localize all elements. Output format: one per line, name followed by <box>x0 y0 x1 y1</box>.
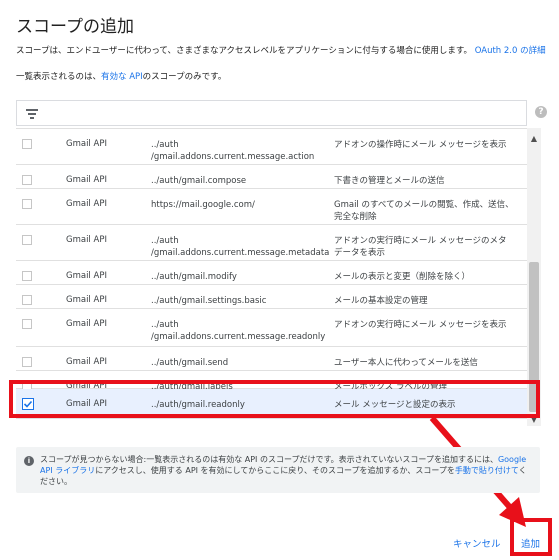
checkbox[interactable] <box>22 295 32 305</box>
table-row[interactable]: Gmail API ../auth /gmail.addons.current.m… <box>16 225 527 261</box>
checkbox[interactable] <box>22 139 32 149</box>
row-scope: ../auth /gmail.addons.current.message.me… <box>151 236 330 258</box>
table-row[interactable]: Gmail API ../auth/gmail.settings.basic メール… <box>16 285 527 309</box>
description-text: スコープは、エンドユーザーに代わって、さまざまなアクセスレベルをアプリケーション… <box>16 46 473 56</box>
row-api-name: Gmail API <box>66 139 107 149</box>
row-scope-description: Gmail のすべてのメールの閲覧、作成、送信、完全な削除 <box>334 200 514 222</box>
row-scope: ../auth/gmail.send <box>151 358 229 368</box>
info-text: スコープが見つからない場合:一覧表示されるのは有効な API のスコープだけです… <box>40 454 532 487</box>
row-scope-description: アドオンの操作時にメール メッセージを表示 <box>334 140 507 150</box>
help-icon[interactable]: ? <box>535 106 547 118</box>
dialog-title: スコープの追加 <box>16 17 134 37</box>
oauth-link[interactable]: OAuth 2.0 の詳細 <box>475 46 546 56</box>
table-row[interactable]: Gmail API https://mail.google.com/Gmail の… <box>16 189 527 225</box>
row-scope: ../auth/gmail.modify <box>151 272 237 282</box>
row-scope-description: メールの表示と変更（削除を除く） <box>334 272 471 282</box>
row-scope-description: 下書きの管理とメールの送信 <box>334 176 445 186</box>
row-api-name: Gmail API <box>66 319 107 329</box>
row-scope-description: ユーザー本人に代わってメールを送信 <box>334 358 478 368</box>
checkbox[interactable] <box>22 235 32 245</box>
enabled-api-link[interactable]: 有効な API <box>101 72 143 82</box>
row-scope: https://mail.google.com/ <box>151 200 255 210</box>
row-api-name: Gmail API <box>66 271 107 281</box>
table-row[interactable]: Gmail API ../auth/gmail.send ユーザー本人に代わってメー… <box>16 347 527 371</box>
add-button-highlight <box>510 518 552 556</box>
selected-row-highlight <box>9 380 540 418</box>
checkbox[interactable] <box>22 319 32 329</box>
info-text-prefix: スコープが見つからない場合:一覧表示されるのは有効な API のスコープだけです… <box>40 455 498 464</box>
info-box: i スコープが見つからない場合:一覧表示されるのは有効な API のスコープだけ… <box>16 447 540 493</box>
table-row[interactable]: Gmail API ../auth /gmail.addons.current.m… <box>16 129 527 165</box>
info-icon: i <box>24 456 34 466</box>
row-scope-description: メールの基本設定の管理 <box>334 296 428 306</box>
dialog-description: スコープは、エンドユーザーに代わって、さまざまなアクセスレベルをアプリケーション… <box>16 45 546 57</box>
checkbox[interactable] <box>22 271 32 281</box>
row-api-name: Gmail API <box>66 235 107 245</box>
filter-bar[interactable] <box>16 100 527 126</box>
checkbox[interactable] <box>22 175 32 185</box>
dialog-footer: キャンセル 追加 <box>0 530 559 550</box>
table-row[interactable]: Gmail API ../auth/gmail.modify メールの表示と変更（削… <box>16 261 527 285</box>
row-api-name: Gmail API <box>66 295 107 305</box>
dialog-description-2: 一覧表示されるのは、有効な APIのスコープのみです。 <box>16 70 226 82</box>
row-api-name: Gmail API <box>66 357 107 367</box>
checkbox[interactable] <box>22 199 32 209</box>
row-scope-description: アドオンの実行時にメール メッセージを表示 <box>334 320 507 330</box>
cancel-button[interactable]: キャンセル <box>453 536 501 550</box>
table-row[interactable]: Gmail API ../auth/gmail.compose 下書きの管理とメール… <box>16 165 527 189</box>
desc2-suffix: のスコープのみです。 <box>142 72 227 82</box>
table-row[interactable]: Gmail API ../auth /gmail.addons.current.m… <box>16 309 527 347</box>
row-api-name: Gmail API <box>66 199 107 209</box>
checkbox[interactable] <box>22 357 32 367</box>
row-scope: ../auth/gmail.compose <box>151 176 247 186</box>
row-scope: ../auth /gmail.addons.current.message.re… <box>151 320 326 342</box>
row-api-name: Gmail API <box>66 175 107 185</box>
row-scope-description: アドオンの実行時にメール メッセージのメタデータを表示 <box>334 236 507 258</box>
manual-paste-link[interactable]: 手動で貼り付けて <box>455 466 519 475</box>
row-scope: ../auth /gmail.addons.current.message.ac… <box>151 140 315 162</box>
scroll-up-icon[interactable]: ▲ <box>529 135 539 143</box>
desc2-prefix: 一覧表示されるのは、 <box>16 72 102 82</box>
info-text-middle: にアクセスし、使用する API を有効にしてからここに戻り、そのスコープを追加す… <box>95 466 455 475</box>
filter-icon[interactable] <box>26 109 38 119</box>
row-scope: ../auth/gmail.settings.basic <box>151 296 267 306</box>
